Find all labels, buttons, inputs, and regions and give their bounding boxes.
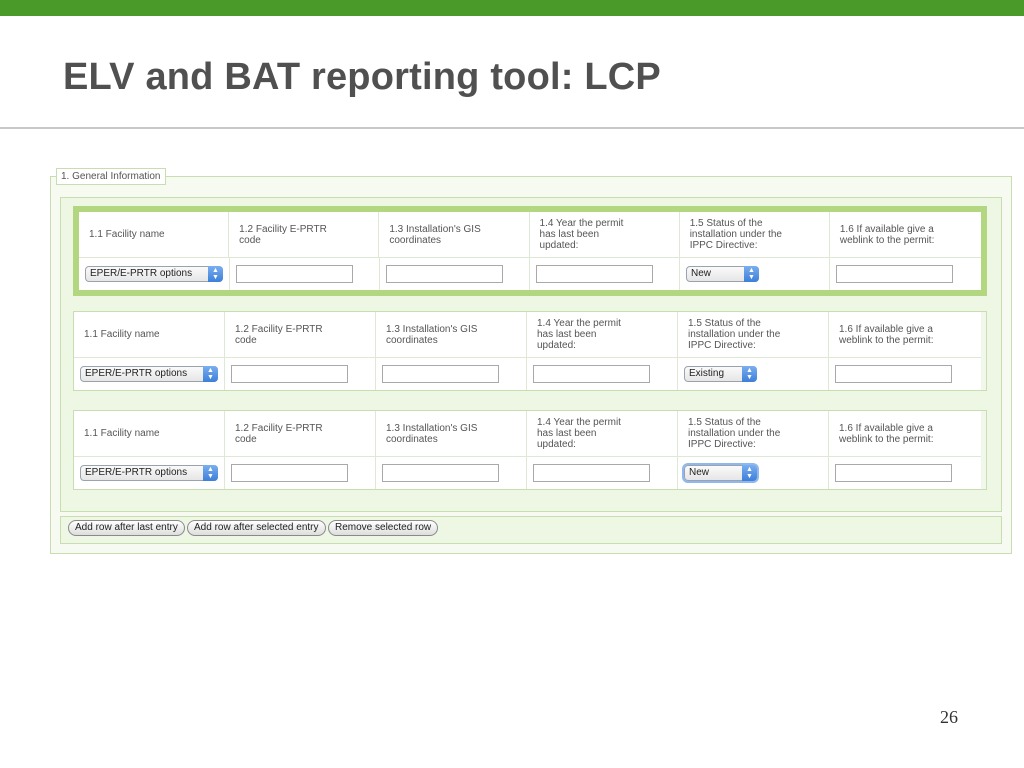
column-header-permit-year: 1.4 Year the permit has last been update… [527, 312, 678, 358]
permit-weblink-input[interactable] [836, 265, 953, 283]
permit-year-input[interactable] [536, 265, 653, 283]
eprtr-code-input[interactable] [231, 365, 348, 383]
section-legend: 1. General Information [56, 168, 166, 185]
select-arrows-icon: ▲ ▼ [742, 366, 757, 382]
column-header-weblink: 1.6 If available give a weblink to the p… [829, 312, 981, 358]
add-row-after-selected-button[interactable]: Add row after selected entry [187, 520, 326, 536]
entry-header-row: 1.1 Facility name 1.2 Facility E-PRTR co… [74, 411, 986, 457]
ippc-status-select[interactable]: New ▲ ▼ [684, 465, 757, 481]
column-header-facility-name: 1.1 Facility name [74, 312, 225, 358]
column-header-weblink: 1.6 If available give a weblink to the p… [829, 411, 981, 457]
slide-title: ELV and BAT reporting tool: LCP [63, 56, 661, 98]
add-row-after-last-button[interactable]: Add row after last entry [68, 520, 185, 536]
column-header-permit-year: 1.4 Year the permit has last been update… [529, 212, 680, 258]
column-header-ippc-status: 1.5 Status of the installation under the… [679, 212, 830, 258]
page-number: 26 [940, 707, 958, 727]
permit-year-input[interactable] [533, 464, 650, 482]
column-header-eprtr-code: 1.2 Facility E-PRTR code [229, 212, 380, 258]
column-header-ippc-status: 1.5 Status of the installation under the… [678, 312, 829, 358]
select-arrows-icon: ▲ ▼ [208, 266, 223, 282]
permit-weblink-input[interactable] [835, 365, 952, 383]
column-header-facility-name: 1.1 Facility name [79, 212, 230, 258]
column-header-permit-year: 1.4 Year the permit has last been update… [527, 411, 678, 457]
permit-year-input[interactable] [533, 365, 650, 383]
entry-table-1[interactable]: 1.1 Facility name 1.2 Facility E-PRTR co… [73, 206, 987, 296]
entry-table-2[interactable]: 1.1 Facility name 1.2 Facility E-PRTR co… [73, 311, 987, 391]
title-divider [0, 127, 1024, 129]
facility-name-select[interactable]: EPER/E-PRTR options ▲ ▼ [80, 366, 218, 382]
permit-weblink-input[interactable] [835, 464, 952, 482]
eprtr-code-input[interactable] [236, 265, 353, 283]
entry-input-row: EPER/E-PRTR options ▲ ▼ New ▲ ▼ [74, 457, 986, 489]
column-header-weblink: 1.6 If available give a weblink to the p… [829, 212, 982, 258]
facility-name-select[interactable]: EPER/E-PRTR options ▲ ▼ [80, 465, 218, 481]
ippc-status-select[interactable]: Existing ▲ ▼ [684, 366, 757, 382]
select-arrows-icon: ▲ ▼ [203, 366, 218, 382]
entry-input-row: EPER/E-PRTR options ▲ ▼ New ▲ ▼ [79, 258, 981, 290]
column-header-ippc-status: 1.5 Status of the installation under the… [678, 411, 829, 457]
gis-coordinates-input[interactable] [382, 365, 499, 383]
select-arrows-icon: ▲ ▼ [203, 465, 218, 481]
gis-coordinates-input[interactable] [382, 464, 499, 482]
column-header-gis-coordinates: 1.3 Installation's GIS coordinates [376, 411, 527, 457]
column-header-gis-coordinates: 1.3 Installation's GIS coordinates [376, 312, 527, 358]
select-arrows-icon: ▲ ▼ [744, 266, 759, 282]
column-header-eprtr-code: 1.2 Facility E-PRTR code [225, 312, 376, 358]
remove-selected-row-button[interactable]: Remove selected row [328, 520, 439, 536]
entry-header-row: 1.1 Facility name 1.2 Facility E-PRTR co… [79, 212, 982, 258]
facility-name-select[interactable]: EPER/E-PRTR options ▲ ▼ [85, 266, 223, 282]
column-header-eprtr-code: 1.2 Facility E-PRTR code [225, 411, 376, 457]
entry-input-row: EPER/E-PRTR options ▲ ▼ Existing ▲ ▼ [74, 358, 986, 390]
entry-table-3[interactable]: 1.1 Facility name 1.2 Facility E-PRTR co… [73, 410, 987, 490]
entry-header-row: 1.1 Facility name 1.2 Facility E-PRTR co… [74, 312, 986, 358]
gis-coordinates-input[interactable] [386, 265, 503, 283]
column-header-facility-name: 1.1 Facility name [74, 411, 225, 457]
eprtr-code-input[interactable] [231, 464, 348, 482]
select-arrows-icon: ▲ ▼ [742, 465, 757, 481]
column-header-gis-coordinates: 1.3 Installation's GIS coordinates [379, 212, 530, 258]
top-accent-bar [0, 0, 1024, 16]
ippc-status-select[interactable]: New ▲ ▼ [686, 266, 759, 282]
